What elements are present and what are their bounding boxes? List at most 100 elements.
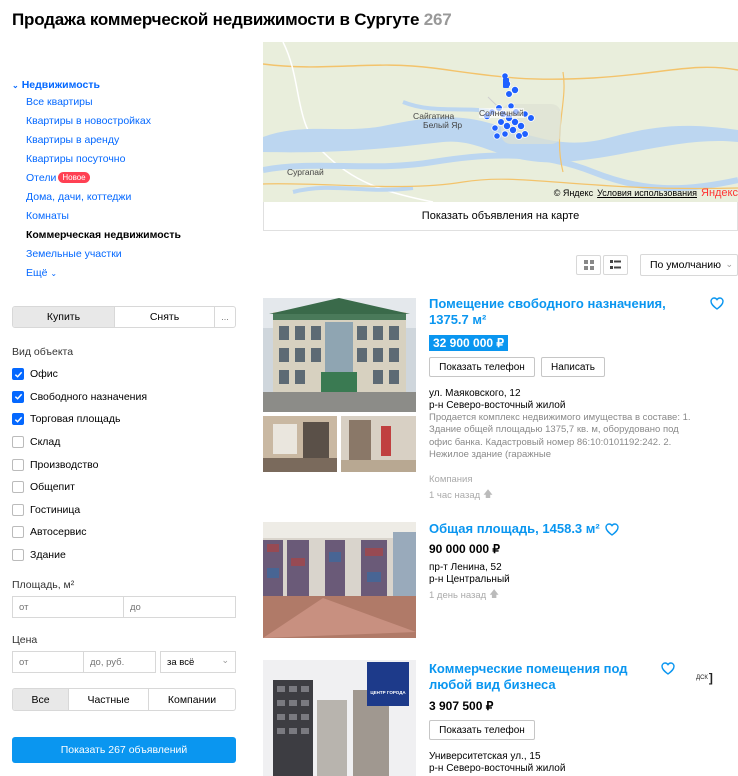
nav-item-all-apartments[interactable]: Все квартиры [26,93,242,112]
nav-item-label: Дома, дачи, коттеджи [26,191,132,203]
checkbox-label: Гостиница [30,503,81,516]
listing-3-phone-button[interactable]: Показать телефон [429,720,535,740]
checkbox-empty-icon [12,481,24,494]
nav-item-land[interactable]: Земельные участки [26,245,242,264]
listing-2-title[interactable]: Общая площадь, 1458.3 м² [429,521,600,537]
nav-item-rent[interactable]: Квартиры в аренду [26,131,242,150]
favorite-heart-icon[interactable] [710,297,724,310]
object-type-label: Вид объекта [12,346,74,358]
checkbox-label: Офис [30,368,58,381]
checkbox-empty-icon [12,458,24,471]
checkbox-building[interactable]: Здание [12,544,147,567]
chevron-down-icon: ⌄ [50,269,58,278]
listing-1-description: Продается комплекс недвижимого имущества… [429,412,691,461]
checkbox-retail[interactable]: Торговая площадь [12,408,147,431]
listing-3-title[interactable]: Коммерческие помещения под любой вид биз… [429,661,629,693]
listing-2-district: р-н Центральный [429,574,510,585]
raise-arrow-icon: 🡅 [489,589,499,600]
checkbox-warehouse[interactable]: Склад [12,431,147,454]
nav-item-commercial[interactable]: Коммерческая недвижимость [26,226,242,245]
listing-1-title[interactable]: Помещение свободного назначения, 1375.7 … [429,296,707,328]
checkbox-free-purpose[interactable]: Свободного назначения [12,386,147,409]
price-from-input[interactable] [12,651,84,673]
nav-item-label: Ещё [26,267,48,279]
chevron-down-icon: ⌄ [221,655,229,665]
nav-item-label: Земельные участки [26,248,122,260]
checkbox-checked-icon [12,390,24,403]
map-terms-link[interactable]: Условия использования [597,188,697,198]
nav-item-label: Квартиры посуточно [26,153,126,165]
listing-1-address: ул. Маяковского, 12 [429,388,521,399]
sort-select[interactable]: По умолчанию ⌄ [640,254,738,276]
rent-button[interactable]: Снять [115,307,215,327]
favorite-heart-icon[interactable] [661,662,675,675]
nav-item-label: Коммерческая недвижимость [26,229,181,241]
seller-all-button[interactable]: Все [13,689,69,710]
listing-1-thumb-1[interactable] [263,416,337,472]
map-label-bely-yar: Белый Яр [423,120,463,130]
developer-logo: ДСК ] [696,671,713,685]
listing-1-main-photo[interactable] [263,298,416,412]
grid-view-icon[interactable] [576,255,601,275]
listing-1-write-button[interactable]: Написать [541,357,605,377]
sort-value: По умолчанию [650,259,722,271]
show-results-button[interactable]: Показать 267 объявлений [12,737,236,763]
price-mode-select[interactable]: за всё ⌄ [160,651,236,673]
checkbox-car-service[interactable]: Автосервис [12,521,147,544]
show-on-map-button[interactable]: Показать объявления на карте [263,202,738,231]
nav-item-label: Квартиры в аренду [26,134,120,146]
checkbox-label: Свободного назначения [30,390,148,403]
nav-item-hotels[interactable]: Отели Новое [26,169,242,188]
category-nav: ⌄ Недвижимость Все квартиры Квартиры в н… [12,77,242,283]
object-type-list: Офис Свободного назначения Торговая площ… [12,363,147,566]
new-badge: Новое [58,172,90,183]
checkbox-office[interactable]: Офис [12,363,147,386]
nav-item-new-buildings[interactable]: Квартиры в новостройках [26,112,242,131]
listing-1-time-text: 1 час назад [429,489,481,501]
page-title: Продажа коммерческой недвижимости в Сург… [12,10,452,30]
listing-3-address: Университетская ул., 15 [429,751,541,762]
listing-1-price: 32 900 000 ₽ [429,335,509,351]
checkbox-label: Торговая площадь [30,413,121,426]
listing-3-photo-sign: ЦЕНТР ГОРОДА [370,690,406,695]
map[interactable]: Сайгатина Солнечный Белый Яр Сургапай © … [263,42,738,202]
nav-item-label: Все квартиры [26,96,93,108]
price-label: Цена [12,634,38,646]
area-to-input[interactable] [124,596,236,618]
area-label: Площадь, м² [12,579,75,591]
area-from-input[interactable] [12,596,124,618]
area-range [12,596,236,618]
checkbox-empty-icon [12,549,24,562]
nav-item-rooms[interactable]: Комнаты [26,207,242,226]
checkbox-catering[interactable]: Общепит [12,476,147,499]
seller-type-switch: Все Частные Компании [12,688,236,711]
more-deal-button[interactable]: ... [215,307,235,327]
listing-2-price: 90 000 000 ₽ [429,542,501,556]
chevron-down-icon: ⌄ [12,80,19,90]
buy-button[interactable]: Купить [13,307,115,327]
listing-2-address: пр-т Ленина, 52 [429,562,502,573]
listing-3-price: 3 907 500 ₽ [429,699,494,713]
list-view-icon[interactable] [603,255,628,275]
nav-item-houses[interactable]: Дома, дачи, коттеджи [26,188,242,207]
map-canvas: Сайгатина [263,42,738,202]
favorite-heart-icon[interactable] [605,522,619,536]
listing-1-phone-button[interactable]: Показать телефон [429,357,535,377]
page-title-text: Продажа коммерческой недвижимости в Сург… [12,10,420,29]
developer-logo-text: ДСК [696,675,708,681]
listing-2-photo[interactable] [263,522,416,638]
nav-item-more[interactable]: Ещё ⌄ [26,264,242,283]
price-to-input[interactable] [84,651,156,673]
map-label-solnechny: Солнечный [479,108,524,118]
results-count: 267 [423,10,452,29]
listing-1-thumb-2[interactable] [341,416,416,472]
checkbox-hotel[interactable]: Гостиница [12,499,147,522]
seller-private-button[interactable]: Частные [69,689,149,710]
seller-companies-button[interactable]: Компании [149,689,235,710]
listing-3-photo[interactable]: ЦЕНТР ГОРОДА [263,660,416,776]
listing-3-district: р-н Северо-восточный жилой [429,763,566,774]
checkbox-checked-icon [12,413,24,426]
checkbox-production[interactable]: Производство [12,453,147,476]
nav-head-realty[interactable]: ⌄ Недвижимость [12,77,242,93]
nav-item-daily[interactable]: Квартиры посуточно [26,150,242,169]
